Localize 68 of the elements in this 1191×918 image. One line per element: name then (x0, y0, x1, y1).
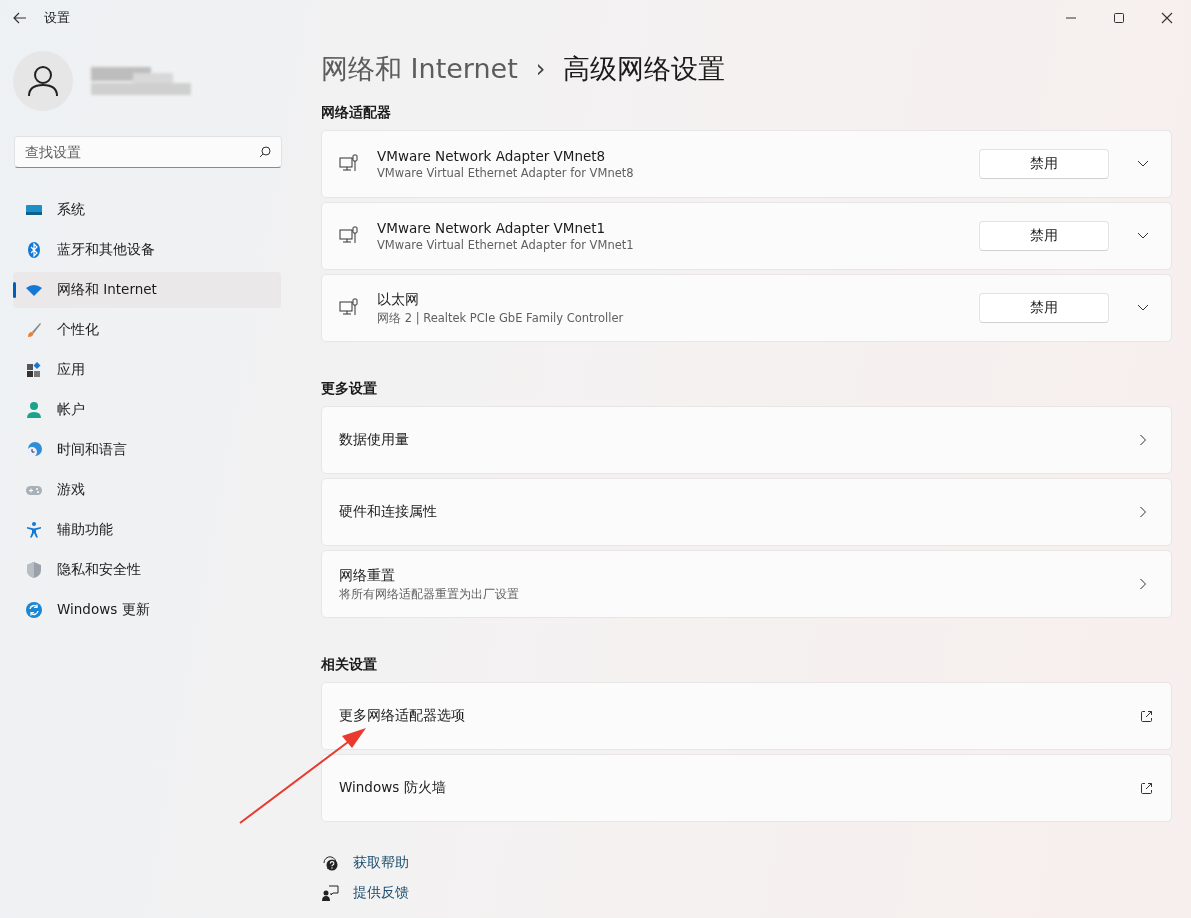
setting-title: 网络重置 (339, 566, 396, 585)
accessibility-icon (25, 521, 43, 539)
selection-indicator (13, 282, 16, 298)
footer-link[interactable]: 获取帮助 (353, 854, 409, 872)
globe-clock-icon (25, 441, 43, 459)
maximize-icon[interactable] (1112, 12, 1126, 24)
breadcrumb-link[interactable]: 网络和 Internet (321, 51, 518, 87)
breadcrumb-separator: › (535, 55, 546, 83)
paintbrush-icon (25, 321, 43, 339)
close-icon[interactable] (1160, 12, 1174, 24)
computer-icon (339, 154, 359, 174)
search-field[interactable]: 查找设置 (14, 136, 282, 168)
setting-card[interactable]: 更多网络适配器选项 (321, 682, 1172, 750)
setting-title: 更多网络适配器选项 (339, 707, 466, 725)
external-link-icon (1140, 781, 1153, 795)
disable-button[interactable]: 禁用 (979, 149, 1109, 179)
setting-description: 将所有网络适配器重置为出厂设置 (339, 586, 520, 602)
setting-title: Windows 防火墙 (339, 779, 447, 797)
shield-icon (25, 561, 43, 579)
nav-item[interactable]: 个性化 (13, 312, 281, 348)
nav-item[interactable]: Windows 更新 (13, 592, 281, 628)
chevron-down-icon (1137, 160, 1149, 168)
setting-description: VMware Virtual Ethernet Adapter for VMnet1 (377, 238, 635, 252)
page-title: 高级网络设置 (563, 52, 726, 86)
footer-link[interactable]: 提供反馈 (353, 884, 409, 902)
computer-icon (339, 298, 359, 318)
setting-title: 以太网 (377, 290, 420, 309)
computer-icon (339, 226, 359, 246)
setting-title: VMware Network Adapter VMnet8 (377, 148, 607, 164)
apps-icon (25, 361, 43, 379)
setting-card[interactable]: Windows 防火墙 (321, 754, 1172, 822)
nav-item[interactable]: 游戏 (13, 472, 281, 508)
feedback-icon (321, 884, 339, 902)
setting-title: VMware Network Adapter VMnet1 (377, 220, 607, 236)
nav-item[interactable]: 帐户 (13, 392, 281, 428)
nav-item[interactable]: 应用 (13, 352, 281, 388)
external-link-icon (1140, 709, 1153, 723)
chevron-right-icon (1139, 506, 1147, 518)
help-icon (321, 854, 339, 872)
person-icon (28, 65, 58, 97)
chevron-right-icon (1139, 434, 1147, 446)
setting-card[interactable]: 网络重置 将所有网络适配器重置为出厂设置 (321, 550, 1172, 618)
disable-button[interactable]: 禁用 (979, 221, 1109, 251)
setting-description: VMware Virtual Ethernet Adapter for VMnet8 (377, 166, 635, 180)
nav-item[interactable]: 蓝牙和其他设备 (13, 232, 281, 268)
setting-title: 硬件和连接属性 (339, 503, 438, 521)
nav-item[interactable]: 网络和 Internet (13, 272, 281, 308)
setting-description: 网络 2 | Realtek PCIe GbE Family Controller (377, 310, 625, 326)
setting-title: 数据使用量 (339, 431, 410, 449)
window-title: 设置 (44, 9, 70, 27)
person-icon (25, 401, 43, 419)
setting-card[interactable]: 硬件和连接属性 (321, 478, 1172, 546)
nav-item[interactable]: 隐私和安全性 (13, 552, 281, 588)
chevron-down-icon (1137, 304, 1149, 312)
disable-button[interactable]: 禁用 (979, 293, 1109, 323)
section-heading: 网络适配器 (321, 104, 392, 122)
nav-item[interactable]: 时间和语言 (13, 432, 281, 468)
chevron-down-icon (1137, 232, 1149, 240)
chevron-right-icon (1139, 578, 1147, 590)
bluetooth-icon (25, 241, 43, 259)
back-icon[interactable] (12, 10, 28, 26)
update-icon (25, 601, 43, 619)
section-heading: 相关设置 (321, 656, 378, 674)
nav-item[interactable]: 辅助功能 (13, 512, 281, 548)
nav-item[interactable]: 系统 (13, 192, 281, 228)
section-heading: 更多设置 (321, 380, 378, 398)
setting-card[interactable]: 数据使用量 (321, 406, 1172, 474)
search-icon (259, 146, 271, 158)
